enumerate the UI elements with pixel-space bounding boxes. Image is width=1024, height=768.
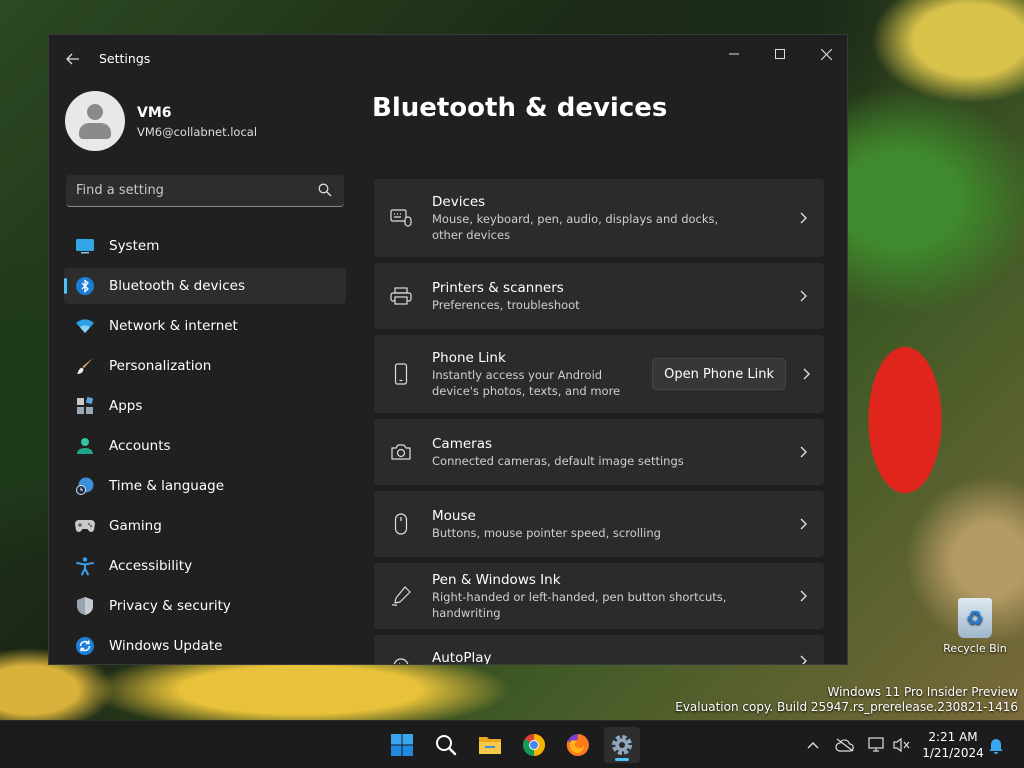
apps-icon: [74, 395, 96, 417]
desktop-icon-recycle-bin[interactable]: ♻ Recycle Bin: [940, 598, 1010, 655]
sidebar-item-accessibility[interactable]: Accessibility: [64, 548, 346, 584]
accounts-icon: [74, 435, 96, 457]
settings-icon: [612, 735, 632, 755]
taskbar-clock[interactable]: 2:21 AM 1/21/2024: [918, 729, 988, 761]
maximize-button[interactable]: [757, 39, 803, 69]
sidebar-item-accounts[interactable]: Accounts: [64, 428, 346, 464]
evaluation-watermark: Windows 11 Pro Insider Preview Evaluatio…: [675, 685, 1018, 714]
taskbar-firefox[interactable]: [560, 727, 596, 763]
taskbar-settings[interactable]: [604, 727, 640, 763]
close-icon: [820, 48, 832, 60]
bluetooth-icon: [74, 275, 96, 297]
sidebar-item-privacy-security[interactable]: Privacy & security: [64, 588, 346, 624]
onedrive-tray-button[interactable]: [835, 735, 855, 755]
chevron-right-icon: [788, 590, 818, 602]
devices-icon: [390, 207, 412, 229]
recycle-bin-icon: ♻: [958, 598, 992, 638]
taskbar-search-button[interactable]: [428, 727, 464, 763]
shield-icon: [74, 595, 96, 617]
card-pen-windows-ink[interactable]: Pen & Windows Ink Right-handed or left-h…: [374, 563, 824, 629]
volume-tray-button[interactable]: [892, 735, 912, 755]
printer-icon: [390, 285, 412, 307]
settings-card-list: Devices Mouse, keyboard, pen, audio, dis…: [374, 179, 824, 664]
sidebar-item-network-internet[interactable]: Network & internet: [64, 308, 346, 344]
chevron-right-icon: [788, 212, 818, 224]
brush-icon: [74, 355, 96, 377]
clock-time: 2:21 AM: [928, 730, 978, 744]
card-autoplay[interactable]: AutoPlay: [374, 635, 824, 664]
accessibility-icon: [74, 555, 96, 577]
sidebar-item-apps[interactable]: Apps: [64, 388, 346, 424]
arrow-left-icon: [66, 53, 79, 65]
taskbar-chrome[interactable]: [516, 727, 552, 763]
start-icon: [391, 734, 413, 756]
card-mouse[interactable]: Mouse Buttons, mouse pointer speed, scro…: [374, 491, 824, 557]
controller-icon: [74, 515, 96, 537]
system-icon: [74, 235, 96, 257]
chevron-right-icon: [788, 446, 818, 458]
card-printers-scanners[interactable]: Printers & scanners Preferences, trouble…: [374, 263, 824, 329]
user-name: VM6: [137, 105, 172, 121]
chevron-right-icon: [788, 655, 818, 664]
cloud-offline-icon: [835, 738, 854, 752]
clock-date: 1/21/2024: [922, 746, 984, 760]
chevron-right-icon: [788, 290, 818, 302]
sidebar-item-system[interactable]: System: [64, 228, 346, 264]
title-bar[interactable]: Settings: [49, 35, 847, 81]
globe-clock-icon: [74, 475, 96, 497]
sidebar-nav: System Bluetooth & devices Network & int…: [64, 228, 346, 664]
network-tray-button[interactable]: [867, 735, 887, 755]
search-box[interactable]: [66, 175, 344, 207]
bell-icon: [989, 739, 1003, 754]
user-email: VM6@collabnet.local: [137, 125, 258, 139]
sidebar-item-personalization[interactable]: Personalization: [64, 348, 346, 384]
show-hidden-icons-button[interactable]: [803, 735, 823, 755]
pen-icon: [390, 585, 412, 607]
camera-icon: [390, 441, 412, 463]
file-explorer-icon: [479, 737, 501, 754]
sidebar-item-time-language[interactable]: Time & language: [64, 468, 346, 504]
wifi-icon: [74, 315, 96, 337]
card-phone-link[interactable]: Phone Link Instantly access your Android…: [374, 335, 824, 413]
taskbar-file-explorer[interactable]: [472, 727, 508, 763]
network-icon: [868, 737, 884, 752]
open-phone-link-button[interactable]: Open Phone Link: [652, 358, 786, 390]
mouse-icon: [390, 513, 412, 535]
settings-window: Settings VM6 VM6@collabnet.local System: [48, 34, 848, 665]
firefox-icon: [566, 734, 589, 756]
volume-muted-icon: [893, 737, 910, 753]
minimize-button[interactable]: [711, 39, 757, 69]
chevron-right-icon: [788, 518, 818, 530]
autoplay-icon: [390, 653, 412, 664]
desktop-icon-label: Recycle Bin: [943, 642, 1007, 655]
app-title: Settings: [99, 51, 151, 66]
notifications-button[interactable]: [986, 735, 1006, 755]
search-input[interactable]: [66, 175, 306, 206]
search-icon: [318, 183, 332, 197]
close-button[interactable]: [803, 39, 847, 69]
phone-icon: [390, 363, 412, 385]
chevron-right-icon: [794, 368, 818, 380]
minimize-icon: [729, 53, 739, 55]
avatar[interactable]: [65, 91, 125, 151]
start-button[interactable]: [384, 727, 420, 763]
page-title: Bluetooth & devices: [372, 93, 668, 123]
sidebar-item-bluetooth-devices[interactable]: Bluetooth & devices: [64, 268, 346, 304]
chevron-up-icon: [807, 742, 819, 749]
maximize-icon: [775, 49, 785, 59]
taskbar: 2:21 AM 1/21/2024: [0, 720, 1024, 768]
back-button[interactable]: [61, 47, 85, 71]
card-cameras[interactable]: Cameras Connected cameras, default image…: [374, 419, 824, 485]
card-devices[interactable]: Devices Mouse, keyboard, pen, audio, dis…: [374, 179, 824, 257]
sidebar-item-gaming[interactable]: Gaming: [64, 508, 346, 544]
search-icon: [436, 735, 457, 756]
sidebar-item-windows-update[interactable]: Windows Update: [64, 628, 346, 664]
update-icon: [74, 635, 96, 657]
chrome-icon: [523, 734, 545, 756]
